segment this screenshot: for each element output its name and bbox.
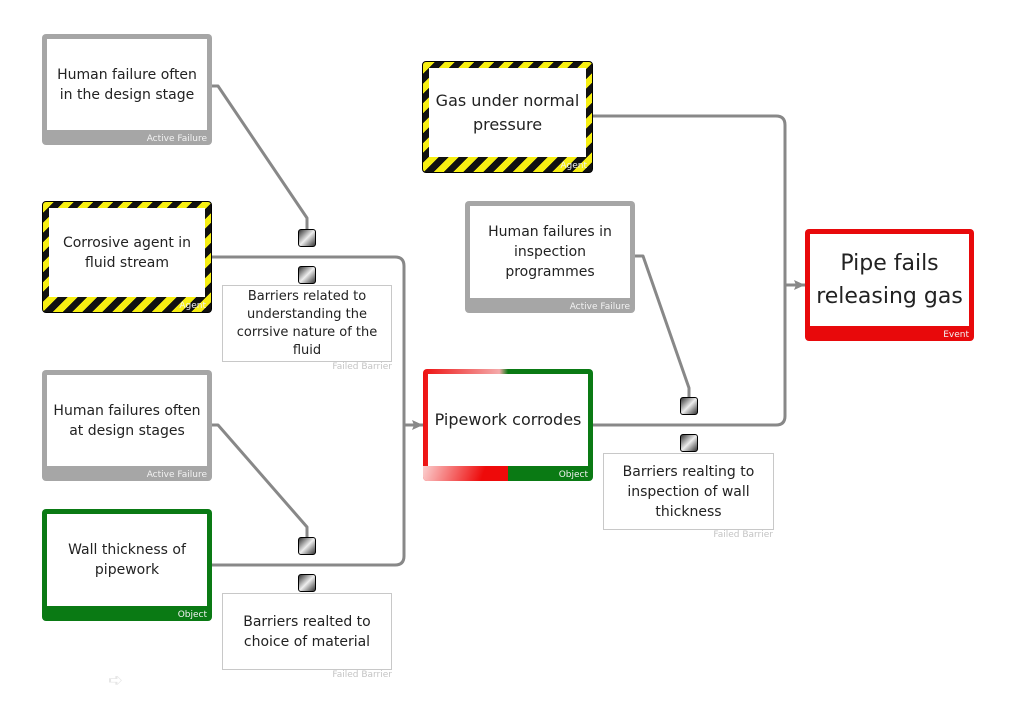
barrier-kind: Failed Barrier xyxy=(713,530,773,540)
node-human-failures-inspection[interactable]: Human failures in inspection programmes … xyxy=(465,201,635,313)
barrier-handle[interactable] xyxy=(298,229,316,247)
barrier-material[interactable]: Barriers realted to choice of material xyxy=(222,593,392,670)
barrier-handle[interactable] xyxy=(680,434,698,452)
link-hf-inspection xyxy=(635,254,691,397)
barrier-fluid[interactable]: Barriers related to understanding the co… xyxy=(222,285,392,362)
barrier-inspection[interactable]: Barriers realting to inspection of wall … xyxy=(603,453,774,530)
node-human-failures-design-stages[interactable]: Human failures often at design stages Ac… xyxy=(42,370,212,481)
barrier-handle[interactable] xyxy=(680,397,698,415)
node-corrosive-agent[interactable]: Corrosive agent in fluid stream Agent xyxy=(42,201,212,313)
link-hf-design2 xyxy=(212,423,309,537)
barrier-kind: Failed Barrier xyxy=(332,362,392,372)
node-pipework-corrodes[interactable]: Pipework corrodes Object xyxy=(423,369,593,481)
link-hf-design xyxy=(212,84,309,229)
barrier-handle[interactable] xyxy=(298,537,316,555)
barrier-handle[interactable] xyxy=(298,266,316,284)
arrow-right-icon[interactable]: ➪ xyxy=(108,670,123,691)
node-pipe-fails[interactable]: Pipe fails releasing gas Event xyxy=(805,229,974,341)
node-wall-thickness[interactable]: Wall thickness of pipework Object xyxy=(42,509,212,621)
node-human-failure-design[interactable]: Human failure often in the design stage … xyxy=(42,34,212,145)
node-gas-pressure[interactable]: Gas under normal pressure Agent xyxy=(422,61,593,173)
barrier-handle[interactable] xyxy=(298,574,316,592)
barrier-kind: Failed Barrier xyxy=(332,670,392,680)
